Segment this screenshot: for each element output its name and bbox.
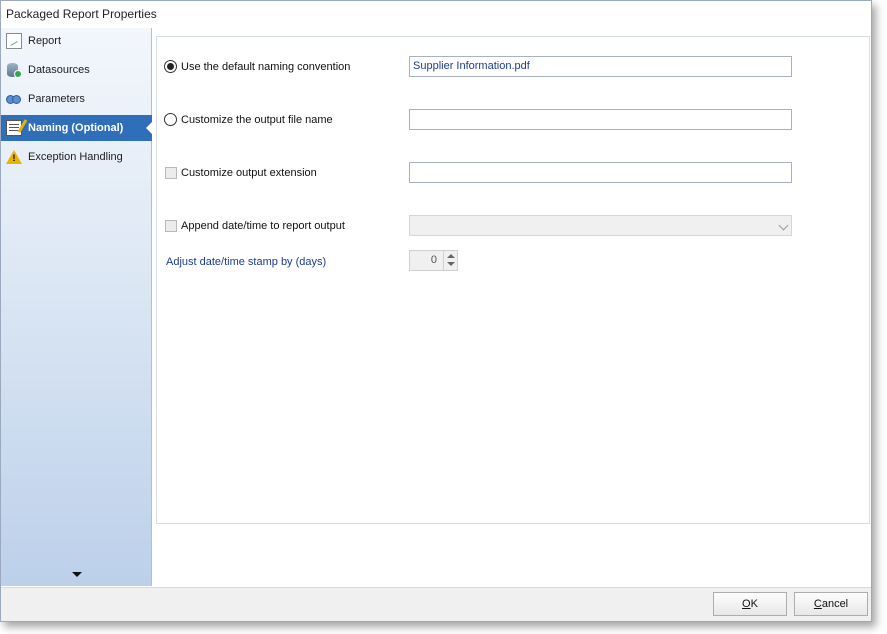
adjust-days-value: 0: [430, 254, 437, 266]
sidebar-item-parameters[interactable]: Parameters: [1, 86, 152, 111]
custom-extension-option[interactable]: Customize output extension: [165, 167, 317, 179]
append-datetime-option[interactable]: Append date/time to report output: [165, 220, 345, 232]
sidebar-item-naming[interactable]: Naming (Optional): [1, 115, 153, 141]
default-naming-option[interactable]: Use the default naming convention: [164, 60, 350, 73]
adjust-datetime-label: Adjust date/time stamp by (days): [166, 256, 327, 268]
custom-name-field[interactable]: [409, 109, 792, 130]
sidebar-item-label: Exception Handling: [28, 150, 123, 163]
adjust-days-stepper[interactable]: 0: [409, 250, 458, 271]
default-name-field[interactable]: Supplier Information.pdf: [409, 56, 792, 77]
ok-button[interactable]: OK: [713, 592, 787, 616]
sidebar: Report Datasources Parameters Naming (Op…: [1, 28, 153, 586]
content-area: Use the default naming convention Suppli…: [153, 28, 871, 586]
ok-label-rest: K: [750, 598, 758, 610]
stepper-buttons[interactable]: [443, 251, 457, 270]
datetime-format-dropdown[interactable]: [409, 215, 792, 236]
custom-name-label: Customize the output file name: [181, 113, 333, 126]
ok-mnemonic: O: [742, 598, 751, 610]
report-icon: [6, 32, 22, 49]
cancel-button[interactable]: Cancel: [794, 592, 868, 616]
dialog-footer: OK Cancel: [1, 587, 871, 621]
stepper-down-icon[interactable]: [447, 262, 455, 266]
sidebar-item-exception-handling[interactable]: ! Exception Handling: [1, 144, 152, 169]
cancel-mnemonic: C: [813, 598, 822, 610]
sidebar-item-label: Naming (Optional): [28, 122, 124, 134]
scroll-down-icon[interactable]: [72, 572, 82, 577]
stepper-up-icon[interactable]: [447, 254, 455, 258]
append-datetime-label: Append date/time to report output: [181, 220, 345, 232]
naming-icon: [6, 120, 22, 136]
custom-extension-label: Customize output extension: [181, 167, 317, 179]
default-naming-label: Use the default naming convention: [181, 60, 351, 73]
sidebar-item-label: Parameters: [28, 92, 85, 105]
custom-name-radio[interactable]: [164, 113, 177, 126]
sidebar-item-label: Report: [28, 34, 62, 47]
sidebar-item-label: Datasources: [28, 63, 90, 76]
custom-extension-field[interactable]: [409, 162, 792, 183]
custom-name-option[interactable]: Customize the output file name: [164, 113, 333, 126]
append-datetime-checkbox[interactable]: [165, 220, 177, 232]
window-title: Packaged Report Properties: [6, 7, 157, 21]
warning-icon: !: [6, 149, 22, 165]
custom-extension-checkbox[interactable]: [165, 167, 177, 179]
default-naming-radio[interactable]: [164, 60, 177, 73]
datasource-icon: [6, 62, 22, 78]
sidebar-item-report[interactable]: Report: [1, 28, 152, 53]
properties-dialog: Packaged Report Properties Report Dataso…: [0, 0, 872, 622]
parameters-icon: [6, 91, 22, 107]
title-bar: Packaged Report Properties: [1, 1, 871, 27]
sidebar-item-datasources[interactable]: Datasources: [1, 57, 152, 82]
chevron-down-icon: [778, 220, 789, 231]
naming-panel: Use the default naming convention Suppli…: [156, 36, 870, 524]
cancel-label-rest: ancel: [821, 598, 849, 610]
